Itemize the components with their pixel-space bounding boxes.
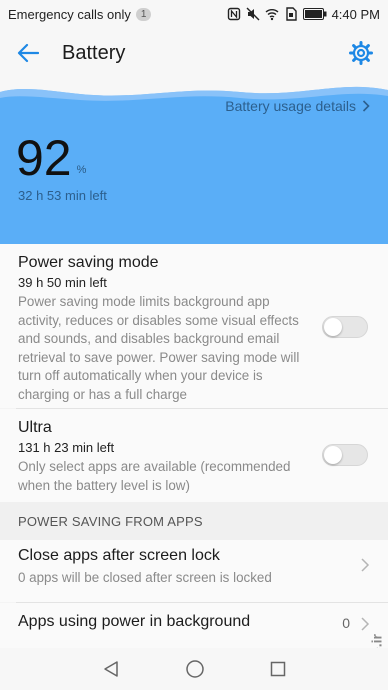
ultra-toggle[interactable] (322, 444, 368, 466)
ultra-time: 131 h 23 min left (18, 440, 115, 455)
background-apps-title: Apps using power in background (18, 613, 251, 630)
ultra-title: Ultra (18, 419, 52, 436)
status-icons: 4:40 PM (227, 7, 380, 22)
back-arrow-icon (17, 43, 39, 63)
close-apps-title: Close apps after screen lock (18, 547, 220, 564)
nfc-icon (227, 7, 240, 21)
background-apps-count: 0 (342, 615, 350, 631)
carrier-status: Emergency calls only 1 (8, 6, 152, 22)
app-bar: Battery (0, 28, 388, 78)
mute-icon (246, 7, 260, 21)
nav-home-icon[interactable] (185, 659, 205, 679)
battery-time-left: 32 h 53 min left (18, 188, 107, 203)
chevron-right-icon (361, 617, 370, 631)
battery-percent-unit: % (76, 164, 87, 176)
battery-percent-value: 92 (16, 130, 72, 186)
gear-icon[interactable] (348, 40, 374, 66)
carrier-text: Emergency calls only (8, 6, 131, 22)
power-saving-time: 39 h 50 min left (18, 275, 107, 290)
chevron-right-icon (362, 100, 370, 112)
battery-usage-details-link[interactable]: Battery usage details (225, 98, 370, 114)
usage-link-label: Battery usage details (225, 98, 356, 114)
ultra-description: Only select apps are available (recommen… (18, 459, 291, 493)
toggle-knob (324, 446, 342, 464)
background-apps-row[interactable]: Apps using power in background 0 (0, 603, 388, 648)
notification-badge: 1 (135, 7, 152, 21)
chevron-right-icon (361, 558, 370, 572)
power-saving-title: Power saving mode (18, 254, 159, 271)
battery-percentage: 92 % (16, 130, 86, 186)
power-saving-toggle[interactable] (322, 316, 368, 338)
close-apps-row[interactable]: Close apps after screen lock 0 apps will… (0, 540, 388, 602)
back-button[interactable] (0, 28, 56, 78)
power-saving-description: Power saving mode limits background app … (18, 294, 300, 402)
page-title: Battery (62, 41, 126, 64)
battery-hero: Battery usage details 92 % 32 h 53 min l… (0, 78, 388, 244)
ultra-row[interactable]: Ultra 131 h 23 min left Only select apps… (0, 409, 388, 502)
section-header: POWER SAVING FROM APPS (0, 502, 388, 540)
sim-icon (285, 7, 297, 21)
power-saving-mode-row[interactable]: Power saving mode 39 h 50 min left Power… (0, 244, 388, 408)
toggle-knob (324, 318, 342, 336)
nav-back-icon[interactable] (102, 660, 120, 678)
nav-recents-icon[interactable] (270, 661, 286, 677)
close-apps-subtitle: 0 apps will be closed after screen is lo… (18, 570, 272, 585)
navigation-bar (0, 648, 388, 690)
status-bar: Emergency calls only 1 4:40 PM (0, 0, 388, 28)
clock: 4:40 PM (331, 6, 380, 22)
wifi-icon (265, 9, 279, 21)
battery-icon (302, 8, 327, 20)
